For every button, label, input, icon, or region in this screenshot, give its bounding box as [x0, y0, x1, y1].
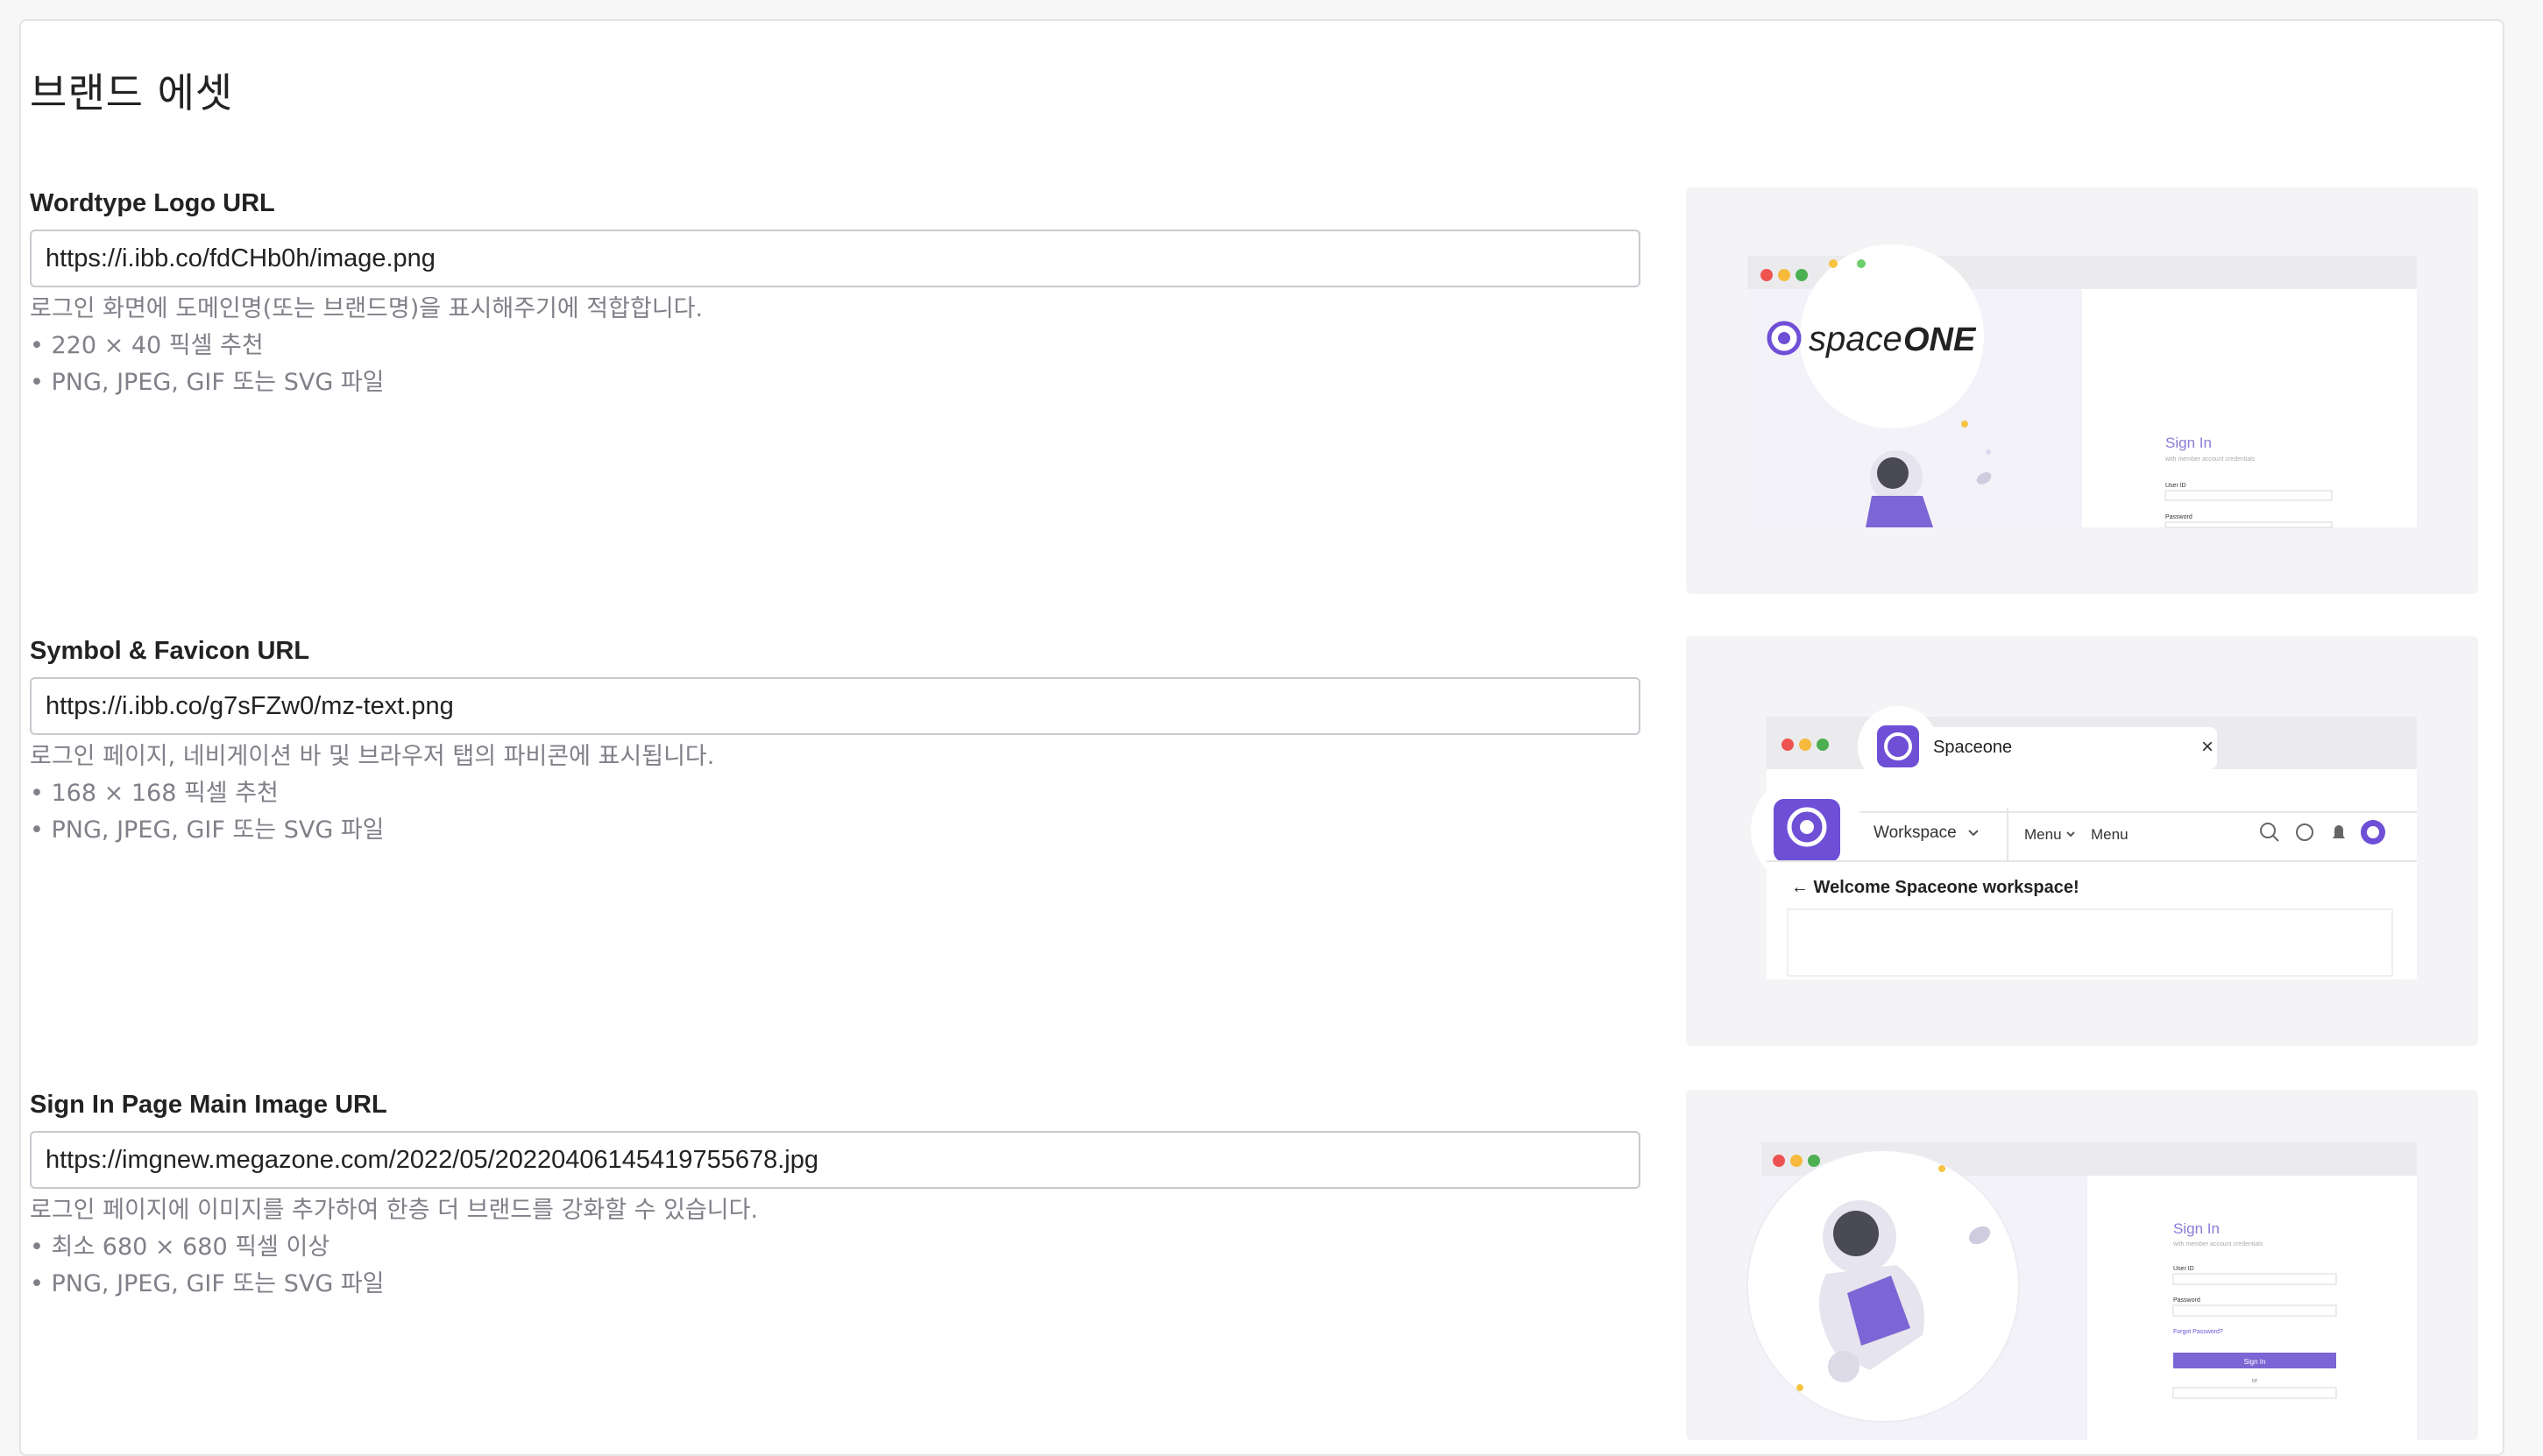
help-text-wordtype-logo: 로그인 화면에 도메인명(또는 브랜드명)을 표시해주기에 적합합니다. • 2…: [30, 291, 1660, 401]
forgot-password-link: Forgot Password?: [2173, 1329, 2223, 1335]
user-id-label: User ID: [2173, 1266, 2194, 1272]
symbol-favicon-url-input[interactable]: [30, 677, 1640, 735]
welcome-heading: ← Welcome Spaceone workspace!: [1791, 878, 2079, 897]
logo-wordmark-space: space: [1809, 320, 1902, 358]
signin-main-image-url-input[interactable]: [30, 1131, 1640, 1189]
page-title: 브랜드 에셋: [30, 69, 234, 117]
nav-workspace: Workspace: [1874, 823, 1957, 842]
window-close-dot: [1760, 269, 1773, 281]
window-maximize-dot: [1817, 739, 1829, 751]
user-id-label: User ID: [2165, 483, 2186, 489]
help-line: • PNG, JPEG, GIF 또는 SVG 파일: [30, 369, 385, 396]
signin-title: Sign In: [2173, 1220, 2220, 1237]
help-text-symbol-favicon: 로그인 페이지, 네비게이션 바 및 브라우저 탭의 파비콘에 표시됩니다. •…: [30, 739, 1660, 849]
signin-subtitle: with member account credentials: [2172, 1241, 2263, 1247]
help-line: • 220 × 40 픽셀 추천: [30, 332, 264, 359]
or-divider: or: [2252, 1378, 2258, 1384]
password-label: Password: [2165, 514, 2192, 520]
field-label-symbol-favicon: Symbol & Favicon URL: [30, 637, 310, 665]
signin-subtitle: with member account credentials: [2164, 456, 2256, 463]
help-line: 로그인 페이지에 이미지를 추가하여 한층 더 브랜드를 강화할 수 있습니다.: [30, 1197, 759, 1224]
symbol-favicon-preview: Spaceone × Workspace Menu Menu ← Welcome…: [1686, 636, 2478, 1046]
window-minimize-dot: [1778, 269, 1790, 281]
password-label: Password: [2173, 1297, 2200, 1304]
logo-wordmark-one: ONE: [1903, 322, 1977, 358]
signin-main-image-preview: Sign In with member account credentials …: [1686, 1090, 2478, 1440]
section-symbol-favicon: Symbol & Favicon URL 로그인 페이지, 네비게이션 바 및 …: [30, 633, 1660, 849]
help-line: • PNG, JPEG, GIF 또는 SVG 파일: [30, 1270, 385, 1297]
section-signin-main-image: Sign In Page Main Image URL 로그인 페이지에 이미지…: [30, 1087, 1660, 1303]
nav-menu-2: Menu: [2091, 826, 2129, 843]
field-label-wordtype-logo: Wordtype Logo URL: [30, 189, 275, 217]
window-maximize-dot: [1796, 269, 1808, 281]
field-label-signin-main-image: Sign In Page Main Image URL: [30, 1091, 387, 1119]
window-maximize-dot: [1808, 1155, 1820, 1167]
wordtype-logo-url-input[interactable]: [30, 230, 1640, 287]
signin-button-label: Sign In: [2244, 1358, 2266, 1366]
window-minimize-dot: [1790, 1155, 1803, 1167]
help-line: • 168 × 168 픽셀 추천: [30, 780, 279, 807]
help-line: • PNG, JPEG, GIF 또는 SVG 파일: [30, 816, 385, 844]
wordtype-logo-preview: space ONE Sign In with member account cr…: [1686, 187, 2478, 594]
help-line: • 최소 680 × 680 픽셀 이상: [30, 1233, 330, 1261]
tab-title: Spaceone: [1933, 738, 2012, 757]
signin-title: Sign In: [2165, 435, 2212, 451]
tab-close-icon: ×: [2201, 735, 2214, 759]
window-minimize-dot: [1799, 739, 1811, 751]
section-wordtype-logo: Wordtype Logo URL 로그인 화면에 도메인명(또는 브랜드명)을…: [30, 186, 1660, 401]
nav-menu-1: Menu: [2024, 826, 2062, 843]
help-line: 로그인 화면에 도메인명(또는 브랜드명)을 표시해주기에 적합합니다.: [30, 295, 704, 322]
help-line: 로그인 페이지, 네비게이션 바 및 브라우저 탭의 파비콘에 표시됩니다.: [30, 743, 715, 770]
window-close-dot: [1782, 739, 1794, 751]
help-text-signin-main-image: 로그인 페이지에 이미지를 추가하여 한층 더 브랜드를 강화할 수 있습니다.…: [30, 1192, 1660, 1303]
favicon-icon: [1877, 725, 1919, 767]
window-close-dot: [1773, 1155, 1785, 1167]
